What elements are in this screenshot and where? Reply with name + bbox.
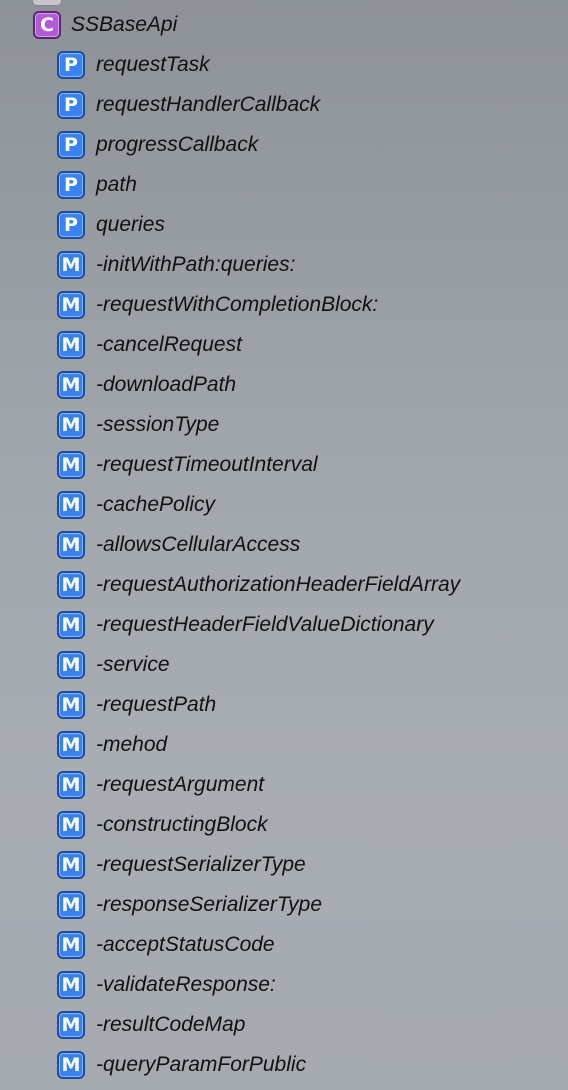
outline-item-member[interactable]: M -resultCodeMap [57, 1008, 245, 1042]
method-badge-icon: M [57, 251, 85, 279]
method-badge-icon: M [57, 851, 85, 879]
outline-item-ssbaseapi[interactable]: C SSBaseApi [33, 8, 177, 42]
member-label: progressCallback [96, 133, 259, 156]
property-badge-icon: P [57, 171, 85, 199]
method-badge-icon: M [57, 611, 85, 639]
method-badge-icon: M [57, 1011, 85, 1039]
outline-item-member[interactable]: M -initWithPath:queries: [57, 248, 295, 282]
member-label: requestTask [96, 53, 210, 76]
property-badge-icon: P [57, 91, 85, 119]
property-badge-icon: P [57, 211, 85, 239]
member-label: -queryParamForPublic [96, 1053, 307, 1076]
outline-item-member[interactable]: M -acceptStatusCode [57, 928, 275, 962]
outline-item-member[interactable]: M -requestWithCompletionBlock: [57, 288, 378, 322]
outline-item-member[interactable]: M -allowsCellularAccess [57, 528, 300, 562]
method-badge-icon: M [57, 731, 85, 759]
outline-item-member[interactable]: P requestTask [57, 48, 210, 82]
outline-item-member[interactable]: M -responseSerializerType [57, 888, 322, 922]
outline-item-member[interactable]: M -requestSerializerType [57, 848, 306, 882]
member-label: queries [96, 213, 165, 236]
outline-item-member[interactable]: M -downloadPath [57, 368, 236, 402]
member-label: -acceptStatusCode [96, 933, 275, 956]
member-label: -initWithPath:queries: [96, 253, 296, 276]
truncated-item-icon [32, 0, 62, 6]
method-badge-icon: M [57, 1051, 85, 1079]
method-badge-icon: M [57, 371, 85, 399]
member-label: requestHandlerCallback [96, 93, 321, 116]
outline-item-member[interactable]: P progressCallback [57, 128, 258, 162]
outline-item-member[interactable]: P path [57, 168, 137, 202]
outline-item-member[interactable]: M -constructingBlock [57, 808, 268, 842]
outline-item-member[interactable]: M -service [57, 648, 170, 682]
outline-item-member[interactable]: M -cachePolicy [57, 488, 215, 522]
outline-item-member[interactable]: M -cancelRequest [57, 328, 242, 362]
property-badge-icon: P [57, 131, 85, 159]
member-label: -constructingBlock [96, 813, 268, 836]
method-badge-icon: M [57, 291, 85, 319]
outline-item-member[interactable]: M -validateResponse: [57, 968, 276, 1002]
member-label: -service [96, 653, 170, 676]
method-badge-icon: M [57, 651, 85, 679]
member-label: -requestArgument [96, 773, 265, 796]
member-label: -mehod [96, 733, 168, 756]
method-badge-icon: M [57, 811, 85, 839]
outline-item-member[interactable]: M -requestAuthorizationHeaderFieldArray [57, 568, 460, 602]
method-badge-icon: M [57, 931, 85, 959]
method-badge-icon: M [57, 971, 85, 999]
class-label: SSBaseApi [71, 13, 178, 36]
method-badge-icon: M [57, 571, 85, 599]
method-badge-icon: M [57, 691, 85, 719]
outline-item-member[interactable]: M -sessionType [57, 408, 219, 442]
outline-item-member[interactable]: M -mehod [57, 728, 167, 762]
member-label: -responseSerializerType [96, 893, 323, 916]
member-label: -allowsCellularAccess [96, 533, 301, 556]
member-label: -requestWithCompletionBlock: [96, 293, 379, 316]
outline-item-member[interactable]: P requestHandlerCallback [57, 88, 320, 122]
method-badge-icon: M [57, 451, 85, 479]
method-badge-icon: M [57, 331, 85, 359]
member-label: -cachePolicy [96, 493, 216, 516]
member-label: -requestTimeoutInterval [96, 453, 318, 476]
member-label: path [96, 173, 137, 196]
member-label: -resultCodeMap [96, 1013, 246, 1036]
outline-item-member[interactable]: M -requestPath [57, 688, 216, 722]
method-badge-icon: M [57, 771, 85, 799]
member-label: -requestPath [96, 693, 217, 716]
member-label: -sessionType [96, 413, 220, 436]
outline-item-member[interactable]: M -queryParamForPublic [57, 1048, 306, 1082]
member-label: -validateResponse: [96, 973, 276, 996]
property-badge-icon: P [57, 51, 85, 79]
member-label: -requestHeaderFieldValueDictionary [96, 613, 434, 636]
member-label: -requestAuthorizationHeaderFieldArray [96, 573, 461, 596]
member-label: -cancelRequest [96, 333, 242, 356]
symbol-outline: C SSBaseApi P requestTask P requestHandl… [0, 0, 568, 1090]
outline-item-member[interactable]: M -requestArgument [57, 768, 264, 802]
member-label: -downloadPath [96, 373, 237, 396]
method-badge-icon: M [57, 491, 85, 519]
class-badge-icon: C [33, 11, 61, 39]
outline-item-member[interactable]: P queries [57, 208, 165, 242]
method-badge-icon: M [57, 531, 85, 559]
outline-item-member[interactable]: M -requestTimeoutInterval [57, 448, 318, 482]
method-badge-icon: M [57, 891, 85, 919]
member-label: -requestSerializerType [96, 853, 306, 876]
outline-item-member[interactable]: M -requestHeaderFieldValueDictionary [57, 608, 434, 642]
method-badge-icon: M [57, 411, 85, 439]
